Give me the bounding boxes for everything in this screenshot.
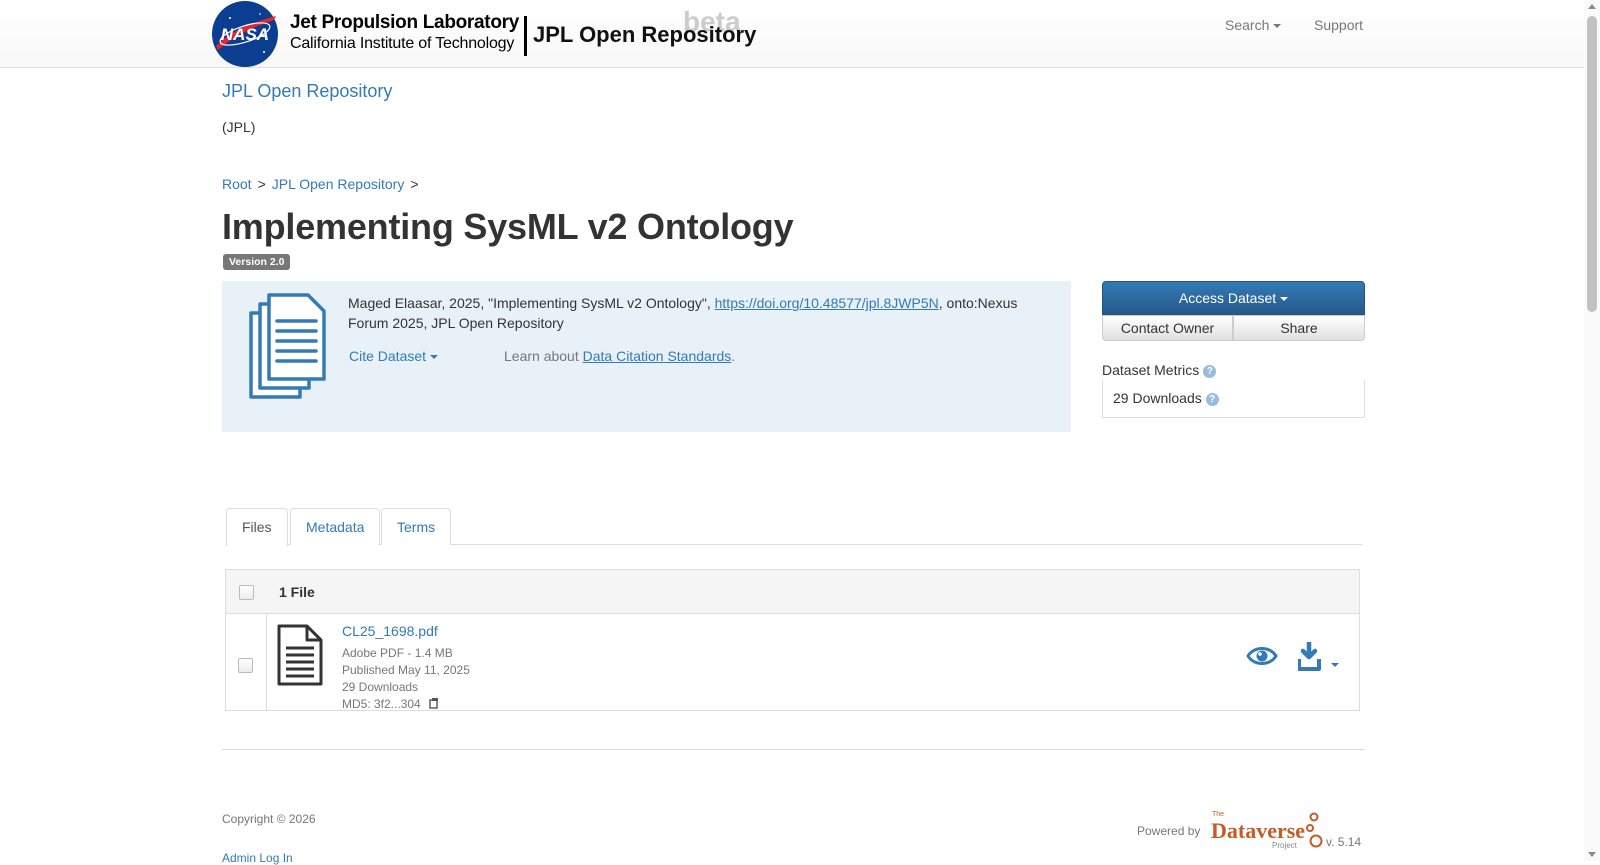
lab-name[interactable]: Jet Propulsion Laboratory: [290, 12, 519, 34]
files-table: 1 File CL25_1698.pdf Adobe PDF - 1.4 MB …: [225, 569, 1360, 711]
support-link[interactable]: Support: [1314, 17, 1363, 33]
tab-files[interactable]: Files: [226, 508, 288, 546]
version-badge: Version 2.0: [223, 254, 291, 270]
files-count: 1 File: [279, 584, 315, 600]
table-row: CL25_1698.pdf Adobe PDF - 1.4 MB Publish…: [226, 614, 1359, 711]
learn-about-text: Learn about Data Citation Standards.: [504, 348, 735, 364]
citation-box: Maged Elaasar, 2025, "Implementing SysML…: [222, 281, 1071, 432]
file-type-size: Adobe PDF - 1.4 MB: [342, 646, 453, 660]
dataverse-version: v. 5.14: [1326, 835, 1362, 849]
citation-text: Maged Elaasar, 2025, "Implementing SysML…: [348, 293, 1048, 333]
dataset-tabs: Files Metadata Terms: [226, 508, 1362, 546]
breadcrumb-root[interactable]: Root: [222, 176, 252, 192]
file-pdf-icon: [277, 624, 323, 686]
breadcrumb-separator: >: [257, 176, 266, 192]
access-dataset-label: Access Dataset: [1178, 290, 1277, 306]
file-md5: MD5: 3f2...304: [342, 697, 440, 711]
learn-about-prefix: Learn about: [504, 348, 583, 364]
select-all-checkbox[interactable]: [239, 585, 254, 600]
breadcrumb-jpl-open-repository[interactable]: JPL Open Repository: [272, 176, 405, 192]
dataverse-logo-project: Project: [1272, 841, 1298, 850]
caret-down-icon: [1273, 24, 1282, 29]
help-icon[interactable]: ?: [1203, 365, 1217, 378]
page-scrollbar[interactable]: [1584, 0, 1600, 861]
breadcrumb: Root > JPL Open Repository >: [222, 176, 425, 192]
tab-terms[interactable]: Terms: [381, 508, 452, 545]
caret-down-icon: [1280, 297, 1289, 302]
scroll-down-icon[interactable]: [1588, 852, 1596, 857]
document-stack-icon: [249, 293, 326, 399]
access-dataset-button[interactable]: Access Dataset: [1102, 281, 1365, 315]
contact-owner-button[interactable]: Contact Owner: [1102, 315, 1233, 341]
dataverse-name-link[interactable]: JPL Open Repository: [222, 81, 392, 102]
share-button[interactable]: Share: [1233, 315, 1365, 341]
dataverse-affiliation: (JPL): [222, 119, 256, 135]
file-downloads: 29 Downloads: [342, 680, 419, 694]
file-select-checkbox[interactable]: [238, 658, 253, 673]
nasa-logo[interactable]: NASA: [210, 0, 280, 68]
metrics-box: 29 Downloads?: [1102, 380, 1365, 418]
download-menu[interactable]: [1297, 640, 1342, 675]
dataset-metrics-label: Dataset Metrics?: [1102, 362, 1217, 378]
scroll-up-icon[interactable]: [1588, 4, 1596, 9]
file-published-date: Published May 11, 2025: [342, 663, 470, 677]
cite-dataset-button[interactable]: Cite Dataset: [349, 348, 439, 364]
doi-link[interactable]: https://doi.org/10.48577/jpl.8JWP5N: [715, 295, 939, 311]
checkbox-cell: [226, 614, 267, 711]
scrollbar-thumb[interactable]: [1587, 16, 1597, 312]
learn-about-suffix: .: [731, 348, 736, 364]
caret-down-icon: [430, 355, 439, 360]
repo-brand[interactable]: JPL Open Repository: [533, 22, 756, 48]
file-name-link[interactable]: CL25_1698.pdf: [342, 623, 438, 639]
institution-name[interactable]: California Institute of Technology: [290, 35, 514, 53]
copyright-text: Copyright © 2026: [222, 812, 316, 826]
downloads-count: 29 Downloads: [1113, 390, 1202, 406]
nasa-logo-text: NASA: [221, 25, 269, 44]
footer-divider: [222, 749, 1365, 750]
dataset-title: Implementing SysML v2 Ontology: [222, 206, 794, 247]
dataset-metrics-text: Dataset Metrics: [1102, 362, 1200, 378]
dataverse-logo[interactable]: The Dataverse Project: [1210, 808, 1325, 852]
top-navbar: NASA Jet Propulsion Laboratory Californi…: [0, 0, 1584, 68]
dataverse-logo-word: Dataverse: [1211, 818, 1305, 843]
file-md5-text: MD5: 3f2...304: [342, 697, 421, 711]
download-icon: [1297, 640, 1339, 671]
tab-metadata[interactable]: Metadata: [290, 508, 381, 545]
eye-icon[interactable]: [1246, 644, 1278, 668]
cite-dataset-label: Cite Dataset: [349, 348, 427, 364]
files-table-header: 1 File: [226, 570, 1359, 614]
powered-by-label: Powered by: [1137, 824, 1201, 838]
search-menu-label: Search: [1225, 17, 1270, 33]
brand-divider: [524, 16, 527, 56]
data-citation-standards-link[interactable]: Data Citation Standards: [583, 348, 732, 364]
admin-login-link[interactable]: Admin Log In: [222, 851, 293, 865]
copy-icon[interactable]: [428, 697, 440, 709]
help-icon[interactable]: ?: [1205, 393, 1219, 406]
search-menu[interactable]: Search: [1225, 17, 1282, 33]
dataverse-logo-the: The: [1212, 811, 1224, 818]
citation-text-before: Maged Elaasar, 2025, "Implementing SysML…: [348, 295, 715, 311]
breadcrumb-separator: >: [410, 176, 419, 192]
